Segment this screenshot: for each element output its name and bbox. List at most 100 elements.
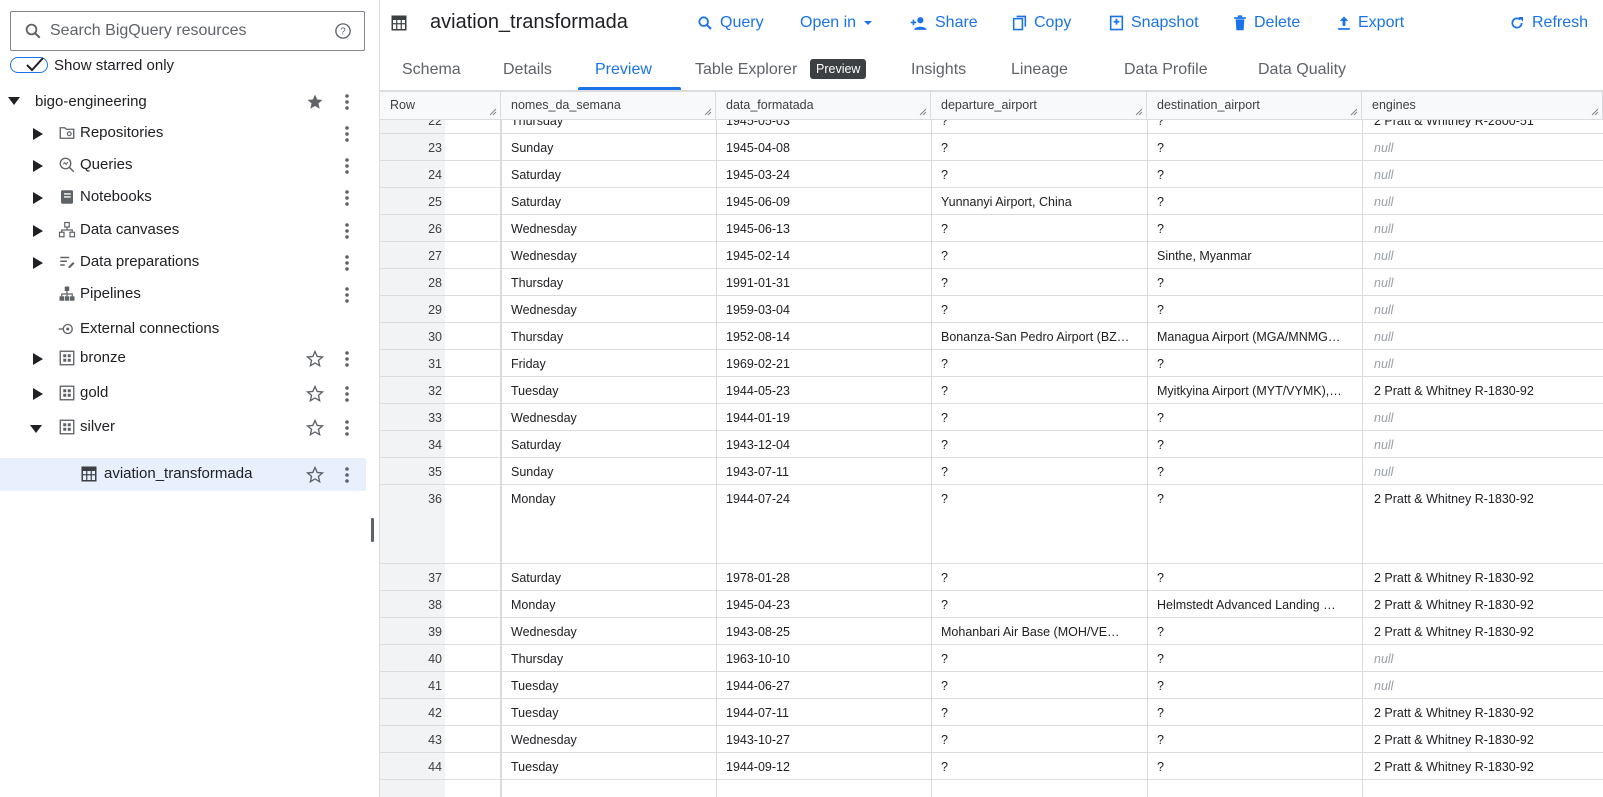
column-header[interactable]: departure_airport — [931, 92, 1147, 120]
sidebar-item-data-canvases[interactable]: Data canvases — [0, 214, 366, 247]
more-vert-icon[interactable] — [345, 255, 349, 271]
star-filled-icon[interactable] — [306, 93, 324, 111]
more-vert-icon[interactable] — [345, 126, 349, 142]
caret-right-icon[interactable] — [33, 353, 43, 365]
table-row[interactable]: 27 Wednesday 1945-02-14? Sinthe, Myanmar nul… — [380, 242, 1603, 269]
column-resize-icon[interactable] — [1350, 108, 1358, 116]
table-row[interactable]: 25 Saturday 1945-06-09 Yunnanyi Airport, Ch… — [380, 188, 1603, 215]
tab-lineage[interactable]: Lineage — [1011, 61, 1068, 79]
column-header[interactable]: nomes_da_semana — [501, 92, 716, 120]
column-header[interactable]: engines — [1362, 92, 1603, 120]
star-outline-icon[interactable] — [306, 385, 324, 403]
table-cell: ? — [941, 733, 948, 747]
table-row[interactable]: 28 Thursday 1991-01-31?? null — [380, 269, 1603, 296]
caret-right-icon[interactable] — [33, 388, 43, 400]
tab-schema[interactable]: Schema — [402, 61, 461, 79]
table-row[interactable]: 37 Saturday 1978-01-28?? 2 Pratt & Whitney … — [380, 564, 1603, 591]
search-input[interactable] — [50, 22, 320, 40]
dataset-row-gold[interactable]: gold — [0, 377, 366, 410]
star-outline-icon[interactable] — [306, 419, 324, 437]
copy-button[interactable]: Copy — [1012, 13, 1071, 33]
sidebar-resize-handle[interactable] — [371, 518, 374, 542]
tab-data-profile[interactable]: Data Profile — [1124, 61, 1208, 79]
dataset-row-silver[interactable]: silver — [0, 411, 366, 444]
star-outline-icon[interactable] — [306, 466, 324, 484]
sidebar-item-queries[interactable]: Queries — [0, 149, 366, 182]
more-vert-icon[interactable] — [345, 467, 349, 483]
query-button[interactable]: Query — [697, 13, 764, 33]
caret-right-icon[interactable] — [33, 225, 43, 237]
caret-right-icon[interactable] — [33, 160, 43, 172]
sidebar-item-pipelines[interactable]: Pipelines — [0, 278, 366, 311]
table-row[interactable]: 33 Wednesday 1944-01-19?? null — [380, 404, 1603, 431]
project-row[interactable]: bigo-engineering — [0, 85, 366, 118]
export-button[interactable]: Export — [1337, 13, 1404, 33]
tab-preview[interactable]: Preview — [595, 61, 652, 79]
table-row-aviation-transformada[interactable]: aviation_transformada — [0, 458, 366, 491]
dataset-icon — [59, 419, 75, 435]
open-in-button[interactable]: Open in — [800, 13, 874, 33]
column-resize-icon[interactable] — [489, 108, 497, 116]
delete-button[interactable]: Delete — [1233, 13, 1300, 33]
table-row[interactable]: 36 Monday 1944-07-24?? 2 Pratt & Whitney R-… — [380, 485, 1603, 564]
table-row[interactable]: 44 Tuesday 1944-09-12?? 2 Pratt & Whitney R… — [380, 753, 1603, 780]
column-resize-icon[interactable] — [1591, 108, 1599, 116]
caret-right-icon[interactable] — [33, 192, 43, 204]
share-button[interactable]: Share — [910, 13, 978, 33]
table-row[interactable]: 24 Saturday 1945-03-24?? null — [380, 161, 1603, 188]
table-row[interactable]: 34 Saturday 1943-12-04?? null — [380, 431, 1603, 458]
caret-down-icon[interactable] — [8, 97, 20, 105]
table-row[interactable]: 42 Tuesday 1944-07-11?? 2 Pratt & Whitney R… — [380, 699, 1603, 726]
table-row[interactable]: 32 Tuesday 1944-05-23? Myitkyina Airport (M… — [380, 377, 1603, 404]
sidebar-item-data-preparations[interactable]: Data preparations — [0, 246, 366, 279]
more-vert-icon[interactable] — [345, 158, 349, 174]
tab-table-explorer[interactable]: Table Explorer — [695, 61, 797, 79]
column-header[interactable]: destination_airport — [1147, 92, 1362, 120]
star-outline-icon[interactable] — [306, 350, 324, 368]
more-vert-icon[interactable] — [345, 287, 349, 303]
table-row[interactable]: 40 Thursday 1963-10-10?? null — [380, 645, 1603, 672]
column-header[interactable]: Row — [380, 92, 501, 120]
caret-down-icon[interactable] — [30, 425, 42, 433]
more-vert-icon[interactable] — [345, 351, 349, 367]
column-resize-icon[interactable] — [704, 108, 712, 116]
more-vert-icon[interactable] — [345, 94, 349, 110]
caret-right-icon[interactable] — [33, 128, 43, 140]
table-row[interactable]: 31 Friday 1969-02-21?? null — [380, 350, 1603, 377]
table-cell: null — [1374, 222, 1394, 236]
more-vert-icon[interactable] — [345, 190, 349, 206]
more-vert-icon[interactable] — [345, 223, 349, 239]
caret-right-icon[interactable] — [33, 257, 43, 269]
refresh-button[interactable]: Refresh — [1509, 13, 1588, 33]
more-vert-icon[interactable] — [345, 386, 349, 402]
upload-icon — [1338, 16, 1350, 30]
show-starred-toggle[interactable] — [10, 57, 48, 73]
sidebar-item-repositories[interactable]: Repositories — [0, 117, 366, 150]
table-row[interactable]: 41 Tuesday 1944-06-27?? null — [380, 672, 1603, 699]
table-row[interactable]: 29 Wednesday 1959-03-04?? null — [380, 296, 1603, 323]
table-row[interactable]: 26 Wednesday 1945-06-13?? null — [380, 215, 1603, 242]
table-row[interactable]: 38 Monday 1945-04-23? Helmstedt Advanced La… — [380, 591, 1603, 618]
table-row[interactable]: 23 Sunday 1945-04-08?? null — [380, 134, 1603, 161]
table-cell: 1945-04-23 — [726, 598, 790, 612]
table-row[interactable]: 43 Wednesday 1943-10-27?? 2 Pratt & Whitney… — [380, 726, 1603, 753]
sidebar-item-notebooks[interactable]: Notebooks — [0, 181, 366, 214]
table-row[interactable]: 39 Wednesday 1943-08-25 Mohanbari Air Base … — [380, 618, 1603, 645]
snapshot-button[interactable]: Snapshot — [1109, 13, 1199, 33]
delete-label: Delete — [1254, 14, 1301, 31]
more-vert-icon[interactable] — [345, 420, 349, 436]
column-resize-icon[interactable] — [1135, 108, 1143, 116]
tab-insights[interactable]: Insights — [911, 61, 966, 79]
tab-data-quality[interactable]: Data Quality — [1258, 61, 1346, 79]
column-resize-icon[interactable] — [919, 108, 927, 116]
show-starred-toggle-row[interactable]: Show starred only — [10, 56, 174, 74]
table-row[interactable]: 30 Thursday 1952-08-14 Bonanza-San Pedro Ai… — [380, 323, 1603, 350]
dataset-row-bronze[interactable]: bronze — [0, 342, 366, 375]
table-cell: Saturday — [511, 438, 562, 452]
tab-details[interactable]: Details — [503, 61, 552, 79]
table-cell: Friday — [511, 357, 546, 371]
column-header[interactable]: data_formatada — [716, 92, 931, 120]
table-row[interactable]: 35 Sunday 1943-07-11?? null — [380, 458, 1603, 485]
dataset-label: gold — [80, 384, 109, 401]
help-icon[interactable]: ? — [334, 22, 352, 40]
